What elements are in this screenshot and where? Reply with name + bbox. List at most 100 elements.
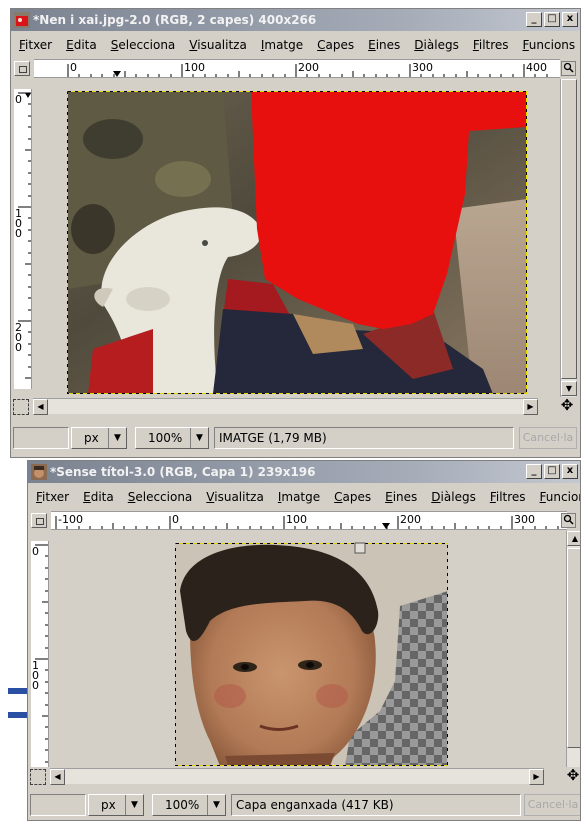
window-title: *Nen i xai.jpg-2.0 (RGB, 2 capes) 400x26…	[33, 13, 317, 27]
menu-filtres[interactable]: Filtres	[490, 490, 532, 504]
ruler-label: 400	[526, 61, 547, 74]
pointer-coordinates	[30, 794, 86, 816]
image-canvas[interactable]	[33, 79, 560, 397]
menu-funcions[interactable]: Funcions	[540, 490, 580, 504]
ruler-label: 300	[412, 61, 433, 74]
scroll-left-button[interactable]: ◀	[50, 769, 65, 785]
scroll-up-button[interactable]: ▲	[567, 531, 580, 546]
menu-bar: Fitxer Edita Selecciona Visualitza Imatg…	[28, 486, 580, 508]
menu-dialegs[interactable]: Diàlegs	[414, 38, 465, 52]
gimp-app-icon	[14, 12, 30, 28]
unit-selector[interactable]: px ▼	[88, 794, 144, 816]
ruler-label: 200	[298, 61, 319, 74]
menu-capes[interactable]: Capes	[334, 490, 377, 504]
menu-visualitza[interactable]: Visualitza	[206, 490, 270, 504]
unit-selector[interactable]: px ▼	[71, 427, 127, 449]
ruler-label: -100	[58, 513, 83, 526]
horizontal-ruler[interactable]: -100 0 100 200 300	[51, 511, 567, 530]
image-window-sense-titol: *Sense títol-3.0 (RGB, Capa 1) 239x196 _…	[27, 460, 581, 821]
close-button[interactable]: x	[562, 464, 578, 479]
vertical-ruler[interactable]: 0 100 200	[14, 89, 32, 389]
menu-selecciona[interactable]: Selecciona	[111, 38, 182, 52]
zoom-toggle-icon[interactable]	[561, 61, 576, 76]
image-canvas[interactable]	[50, 531, 566, 767]
cancel-button[interactable]: Cancel·la	[519, 427, 577, 449]
minimize-button[interactable]: _	[526, 464, 542, 479]
menu-selecciona[interactable]: Selecciona	[128, 490, 199, 504]
scroll-down-button[interactable]: ▼	[561, 381, 577, 396]
scroll-right-button[interactable]: ▶	[529, 769, 544, 785]
quick-mask-toggle-icon[interactable]	[30, 769, 46, 785]
zoom-value: 100%	[165, 798, 200, 812]
menu-edita[interactable]: Edita	[83, 490, 120, 504]
desktop-taskbar-fragment	[8, 712, 27, 718]
window-title: *Sense títol-3.0 (RGB, Capa 1) 239x196	[50, 465, 316, 479]
maximize-button[interactable]: □	[544, 464, 560, 479]
status-bar: px ▼ 100% ▼ Capa enganxada (417 KB) Canc…	[28, 791, 580, 819]
desktop-background	[0, 460, 27, 821]
scroll-right-button[interactable]: ▶	[523, 399, 538, 415]
menu-fitxer[interactable]: Fitxer	[19, 38, 58, 52]
desktop-taskbar-fragment	[8, 688, 27, 694]
menu-visualitza[interactable]: Visualitza	[189, 38, 253, 52]
ruler-label: 300	[514, 513, 535, 526]
image-window-nen-i-xai: *Nen i xai.jpg-2.0 (RGB, 2 capes) 400x26…	[10, 8, 581, 458]
menu-imatge[interactable]: Imatge	[278, 490, 326, 504]
dropdown-arrow-icon: ▼	[125, 795, 143, 815]
menu-bar: Fitxer Edita Selecciona Visualitza Imatg…	[11, 34, 580, 56]
zoom-toggle-icon[interactable]	[561, 513, 576, 528]
menu-eines[interactable]: Eines	[368, 38, 406, 52]
status-message: IMATGE (1,79 MB)	[214, 427, 514, 449]
maximize-button[interactable]: □	[544, 12, 560, 27]
minimize-button[interactable]: _	[526, 12, 542, 27]
ruler-label: 0	[32, 545, 39, 558]
ruler-label: 100	[286, 513, 307, 526]
menu-filtres[interactable]: Filtres	[473, 38, 515, 52]
menu-dialegs[interactable]: Diàlegs	[431, 490, 482, 504]
menu-eines[interactable]: Eines	[385, 490, 423, 504]
menu-arrow-button[interactable]	[14, 61, 30, 76]
menu-fitxer[interactable]: Fitxer	[36, 490, 75, 504]
menu-capes[interactable]: Capes	[317, 38, 360, 52]
ruler-label: 100	[184, 61, 205, 74]
anchor-icon	[354, 542, 366, 554]
ruler-label: 0	[15, 93, 22, 106]
vertical-scrollbar[interactable]: ▲	[566, 531, 580, 767]
vertical-scroll-thumb[interactable]	[561, 79, 577, 379]
ruler-label: 100	[32, 659, 39, 692]
vertical-scroll-thumb[interactable]	[567, 548, 580, 748]
ruler-label: 0	[172, 513, 179, 526]
vertical-scrollbar[interactable]: ▼	[560, 79, 577, 397]
horizontal-scrollbar[interactable]: ◀ ▶	[33, 398, 538, 415]
zoom-selector[interactable]: 100% ▼	[135, 427, 209, 449]
cancel-button[interactable]: Cancel·la	[524, 794, 580, 816]
scroll-left-button[interactable]: ◀	[33, 399, 48, 415]
unit-value: px	[101, 798, 116, 812]
menu-edita[interactable]: Edita	[66, 38, 103, 52]
window-titlebar[interactable]: *Sense títol-3.0 (RGB, Capa 1) 239x196 _…	[28, 461, 580, 483]
dropdown-arrow-icon: ▼	[108, 428, 126, 448]
quick-mask-toggle-icon[interactable]	[13, 399, 29, 415]
close-button[interactable]: x	[562, 12, 578, 27]
dropdown-arrow-icon: ▼	[207, 795, 225, 815]
zoom-value: 100%	[148, 431, 183, 445]
navigate-icon[interactable]: ✥	[559, 398, 575, 414]
horizontal-scrollbar[interactable]: ◀ ▶	[50, 768, 544, 785]
canvas-area[interactable]	[33, 79, 560, 397]
gimp-app-icon	[31, 464, 47, 480]
menu-arrow-button[interactable]	[31, 513, 47, 528]
pointer-coordinates	[13, 427, 69, 449]
status-bar: px ▼ 100% ▼ IMATGE (1,79 MB) Cancel·la	[11, 424, 580, 452]
status-message: Capa enganxada (417 KB)	[231, 794, 521, 816]
window-titlebar[interactable]: *Nen i xai.jpg-2.0 (RGB, 2 capes) 400x26…	[11, 9, 580, 31]
canvas-area[interactable]	[50, 531, 566, 767]
menu-imatge[interactable]: Imatge	[261, 38, 309, 52]
horizontal-ruler[interactable]: 0 100 200 300 400	[34, 59, 560, 78]
ruler-label: 100	[15, 207, 22, 240]
vertical-ruler[interactable]: 0 100	[31, 541, 49, 767]
menu-funcions[interactable]: Funcions	[523, 38, 580, 52]
ruler-label: 0	[70, 61, 77, 74]
zoom-selector[interactable]: 100% ▼	[152, 794, 226, 816]
dropdown-arrow-icon: ▼	[190, 428, 208, 448]
navigate-icon[interactable]: ✥	[565, 768, 580, 784]
